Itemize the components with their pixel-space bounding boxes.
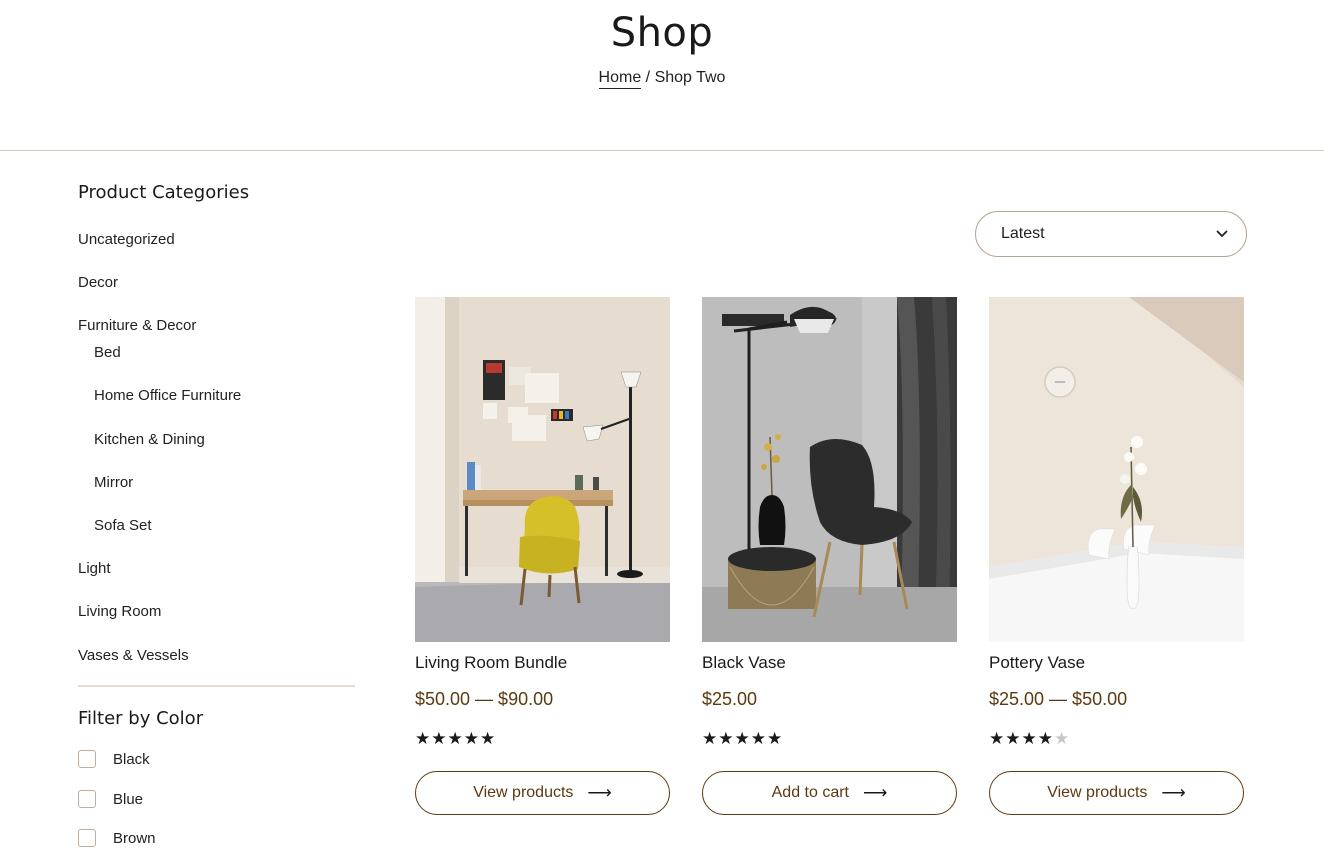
product-name[interactable]: Living Room Bundle [415,653,567,673]
category-sofa-set[interactable]: Sofa Set [94,517,152,534]
color-brown-checkbox[interactable] [78,829,96,847]
color-black-checkbox[interactable] [78,750,96,768]
category-living-room[interactable]: Living Room [78,603,161,620]
product-image-white-vase-on-table[interactable] [989,297,1244,642]
breadcrumb-separator: / [645,69,651,86]
breadcrumb-current: Shop Two [654,69,726,86]
page-title: Shop [610,10,714,56]
empty-star-icon: ★ [1053,729,1071,748]
color-filter-blue[interactable]: Blue [78,788,143,810]
chevron-down-icon [1216,225,1228,243]
sort-select[interactable]: Latest [975,211,1247,257]
star-rating: ★★★★★ [415,729,497,748]
arrow-right-icon: ⟶ [587,783,612,802]
star-rating: ★★★★★ [989,729,1071,748]
product-card: Pottery Vase $25.00 — $50.00 ★★★★★ View … [989,297,1244,815]
product-card: Living Room Bundle $50.00 — $90.00 ★★★★★… [415,297,670,815]
breadcrumb-home-link[interactable]: Home [598,69,642,89]
category-kitchen-dining[interactable]: Kitchen & Dining [94,431,205,448]
category-decor[interactable]: Decor [78,274,118,291]
product-name[interactable]: Pottery Vase [989,653,1085,673]
category-home-office-furniture[interactable]: Home Office Furniture [94,387,241,404]
product-name[interactable]: Black Vase [702,653,786,673]
category-furniture-decor[interactable]: Furniture & Decor [78,317,196,334]
product-image-black-chair-and-lamp[interactable] [702,297,957,642]
categories-heading: Product Categories [78,182,250,203]
sidebar-divider [78,685,355,687]
view-products-button[interactable]: View products ⟶ [989,771,1244,815]
view-products-button[interactable]: View products ⟶ [415,771,670,815]
color-brown-label: Brown [113,829,156,847]
category-mirror[interactable]: Mirror [94,474,133,491]
color-black-label: Black [113,750,150,768]
category-vases-vessels[interactable]: Vases & Vessels [78,647,189,664]
filter-by-color-heading: Filter by Color [78,708,204,729]
color-filter-brown[interactable]: Brown [78,827,156,849]
button-label: Add to cart [771,784,849,801]
button-label: View products [1047,784,1148,801]
color-blue-label: Blue [113,790,144,808]
header-divider [0,150,1324,151]
product-image-desk-with-yellow-chair[interactable] [415,297,670,642]
category-light[interactable]: Light [78,560,111,577]
product-price: $25.00 — $50.00 [989,689,1128,709]
product-card: Black Vase $25.00 ★★★★★ Add to cart ⟶ [702,297,957,815]
category-uncategorized[interactable]: Uncategorized [78,231,175,248]
star-rating: ★★★★★ [702,729,784,748]
breadcrumb: Home / Shop Two [0,69,1324,89]
product-price: $25.00 [702,689,758,709]
arrow-right-icon: ⟶ [863,783,888,802]
category-bed[interactable]: Bed [94,344,121,361]
sort-selected-value: Latest [1001,225,1045,242]
color-blue-checkbox[interactable] [78,790,96,808]
button-label: View products [473,784,574,801]
color-filter-black[interactable]: Black [78,748,150,770]
arrow-right-icon: ⟶ [1161,783,1186,802]
add-to-cart-button[interactable]: Add to cart ⟶ [702,771,957,815]
product-price: $50.00 — $90.00 [415,689,554,709]
